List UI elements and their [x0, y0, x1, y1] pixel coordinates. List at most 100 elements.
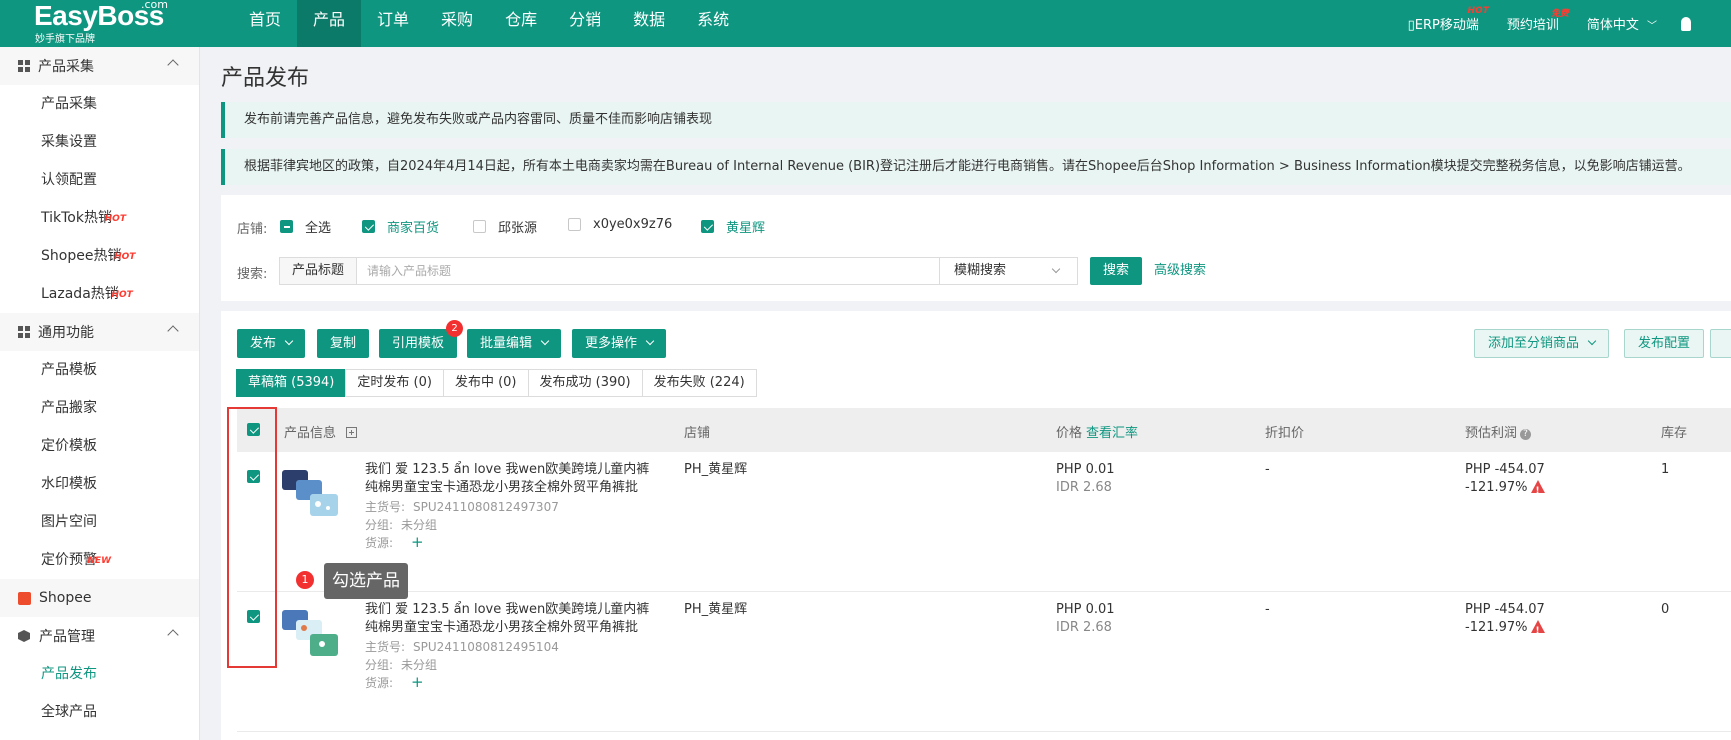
sidebar-item-collect-settings[interactable]: 采集设置 — [0, 123, 199, 161]
sidebar-item-collect[interactable]: 产品采集 — [0, 85, 199, 123]
chevron-down-icon — [1051, 264, 1061, 274]
training-link[interactable]: 预约培训 免费 — [1507, 9, 1569, 33]
sidebar-item-image-space[interactable]: 图片空间 — [0, 503, 199, 541]
top-right-menu: ▯ERP移动端 HOT 预约培训 免费 简体中文 ﹀ — [1380, 0, 1691, 47]
main-nav: 首页 产品 订单 采购 仓库 分销 数据 系统 — [233, 0, 745, 47]
store-checkbox[interactable] — [473, 220, 486, 233]
header-discount: 折扣价 — [1265, 426, 1305, 441]
select-products-tooltip: 勾选产品 — [324, 563, 408, 599]
publish-config-button[interactable]: 发布配置 — [1624, 329, 1705, 358]
nav-purchase[interactable]: 采购 — [425, 0, 489, 47]
sidebar-group-collect[interactable]: 产品采集 — [0, 47, 199, 85]
view-exchange-rate-link[interactable]: 查看汇率 — [1086, 426, 1138, 441]
search-row: 产品标题 模糊搜索 搜索 高级搜索 — [279, 257, 1206, 285]
sidebar-item-watermark-template[interactable]: 水印模板 — [0, 465, 199, 503]
tab-drafts[interactable]: 草稿箱 (5394) — [236, 369, 347, 397]
sidebar-group-product-mgmt[interactable]: 产品管理 — [0, 617, 199, 655]
tab-success[interactable]: 发布成功 (390) — [527, 369, 643, 397]
grid-icon — [18, 60, 30, 72]
table-row: 我们 爱 123.5 ẩn love 我wen欧美跨境儿童内裤纯棉男童宝宝卡通恐… — [237, 592, 1731, 732]
sidebar-item-tiktok-hot[interactable]: TikTok热销 HOT — [0, 199, 199, 237]
advanced-search-link[interactable]: 高级搜索 — [1154, 257, 1206, 285]
hot-badge: HOT — [111, 290, 133, 300]
sidebar-item-product-move[interactable]: 产品搬家 — [0, 389, 199, 427]
free-badge: 免费 — [1550, 9, 1569, 19]
nav-distribution[interactable]: 分销 — [553, 0, 617, 47]
store-select-all[interactable]: 全选 — [280, 217, 331, 236]
search-button[interactable]: 搜索 — [1090, 257, 1142, 285]
product-thumbnail[interactable] — [280, 466, 342, 526]
sidebar-item-product-publish[interactable]: 产品发布 — [0, 655, 199, 693]
tab-publishing[interactable]: 发布中 (0) — [442, 369, 529, 397]
batch-edit-button[interactable]: 批量编辑 — [467, 329, 562, 358]
store-checkbox[interactable] — [568, 218, 581, 231]
box-icon — [18, 630, 30, 642]
question-icon[interactable]: ? — [1520, 429, 1532, 440]
tab-scheduled[interactable]: 定时发布 (0) — [345, 369, 444, 397]
store-option-4[interactable]: 黄星辉 — [701, 217, 765, 236]
nav-order[interactable]: 订单 — [361, 0, 425, 47]
header-profit: 预估利润? — [1465, 422, 1532, 441]
select-all-checkbox[interactable] — [280, 220, 293, 233]
grid-icon — [18, 326, 30, 338]
erp-mobile-link[interactable]: ▯ERP移动端 HOT — [1407, 6, 1489, 33]
sidebar-item-global-product[interactable]: 全球产品 — [0, 693, 199, 731]
nav-home[interactable]: 首页 — [233, 0, 297, 47]
search-mode-select[interactable]: 模糊搜索 — [940, 257, 1078, 285]
store-checkbox[interactable] — [362, 220, 375, 233]
step-2-badge: 2 — [446, 320, 464, 337]
bell-icon[interactable] — [1681, 16, 1691, 31]
sidebar-group-shopee[interactable]: Shopee — [0, 579, 199, 617]
add-source-button[interactable]: + — [411, 533, 424, 551]
sidebar-item-lazada-hot[interactable]: Lazada热销 HOT — [0, 275, 199, 313]
sidebar-item-price-alert[interactable]: 定价预警 NEW — [0, 541, 199, 579]
sidebar-item-product-template[interactable]: 产品模板 — [0, 351, 199, 389]
language-select[interactable]: 简体中文 ﹀ — [1587, 14, 1657, 33]
row-stock[interactable]: 0 — [1661, 601, 1669, 619]
easyboss-logo[interactable]: EasyBoss .com 妙手旗下品牌 — [34, 0, 174, 47]
product-title[interactable]: 我们 爱 123.5 ẩn love 我wen欧美跨境儿童内裤纯棉男童宝宝卡通恐… — [365, 461, 655, 497]
sidebar-group-common[interactable]: 通用功能 — [0, 313, 199, 351]
nav-product[interactable]: 产品 — [297, 0, 362, 47]
store-option-3[interactable]: x0ye0x9z76 — [568, 217, 672, 232]
product-list-panel: 发布 复制 引用模板 2 批量编辑 更多操作 添加至分销商品 发布配置 草稿箱 (… — [221, 311, 1731, 740]
nav-data[interactable]: 数据 — [617, 0, 681, 47]
logo-com: .com — [141, 0, 168, 11]
sidebar-item-pricing-template[interactable]: 定价模板 — [0, 427, 199, 465]
product-thumbnail[interactable] — [280, 606, 342, 666]
chevron-down-icon — [540, 336, 550, 346]
expand-icon[interactable] — [346, 427, 358, 438]
apply-template-button[interactable]: 引用模板 2 — [379, 320, 464, 358]
store-option-2[interactable]: 邱张源 — [473, 217, 537, 236]
nav-system[interactable]: 系统 — [681, 0, 745, 47]
publish-notice: 发布前请完善产品信息，避免发布失败或产品内容雷同、质量不佳而影响店铺表现 — [221, 102, 1731, 138]
nav-warehouse[interactable]: 仓库 — [489, 0, 553, 47]
sidebar-item-claim-config[interactable]: 认领配置 — [0, 161, 199, 199]
table-header: 产品信息 店铺 价格 查看汇率 折扣价 预估利润? 库存 — [237, 408, 1731, 452]
add-source-button[interactable]: + — [411, 673, 424, 691]
search-type-select[interactable]: 产品标题 — [279, 257, 357, 285]
chevron-up-icon — [167, 325, 179, 337]
chevron-down-icon: ﹀ — [1647, 21, 1657, 32]
row-stock[interactable]: 1 — [1661, 461, 1669, 479]
publish-button[interactable]: 发布 — [237, 329, 306, 358]
header-stock: 库存 — [1661, 426, 1688, 441]
sidebar-item-shopee-hot[interactable]: Shopee热销 HOT — [0, 237, 199, 275]
copy-button[interactable]: 复制 — [317, 329, 370, 358]
export-button[interactable] — [1710, 329, 1731, 358]
phone-icon: ▯ — [1407, 18, 1415, 33]
store-checkbox[interactable] — [701, 220, 714, 233]
chevron-down-icon — [284, 336, 294, 346]
product-title[interactable]: 我们 爱 123.5 ẩn love 我wen欧美跨境儿童内裤纯棉男童宝宝卡通恐… — [365, 601, 655, 637]
chevron-up-icon — [167, 629, 179, 641]
store-option-1[interactable]: 商家百货 — [362, 217, 439, 236]
add-to-distribution-button[interactable]: 添加至分销商品 — [1474, 329, 1610, 358]
shopee-bag-icon — [18, 591, 31, 605]
search-input[interactable] — [357, 257, 940, 285]
tab-failed[interactable]: 发布失败 (224) — [641, 369, 757, 397]
more-actions-button[interactable]: 更多操作 — [572, 329, 667, 358]
row-discount: - — [1265, 462, 1270, 477]
step-1-badge: 1 — [296, 571, 314, 589]
checkbox-highlight-box — [227, 407, 277, 668]
chevron-down-icon — [1587, 336, 1597, 346]
